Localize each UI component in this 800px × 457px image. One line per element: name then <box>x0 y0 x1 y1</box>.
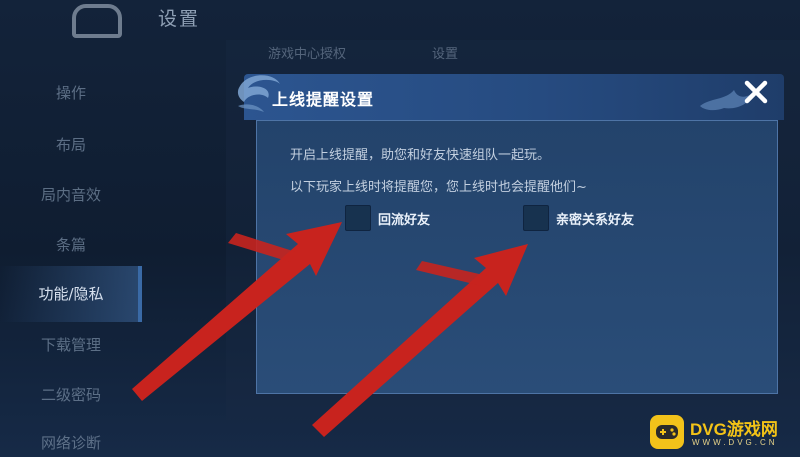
sidebar-item-layout[interactable]: 布局 <box>0 134 142 155</box>
watermark-text: DVG游戏网 <box>690 420 778 439</box>
sidebar-item-sound[interactable]: 局内音效 <box>0 184 142 205</box>
dialog-description-1: 开启上线提醒，助您和好友快速组队一起玩。 <box>290 148 551 163</box>
dialog-title: 上线提醒设置 <box>272 90 375 109</box>
gamepad-icon <box>650 415 684 449</box>
sidebar-item-other[interactable]: 条篇 <box>0 234 142 255</box>
checkbox-returning-friends[interactable] <box>345 205 371 231</box>
settings-row-label: 游戏中心授权 <box>268 47 347 62</box>
sidebar-item-password[interactable]: 二级密码 <box>0 384 142 405</box>
sidebar-item-downloads[interactable]: 下载管理 <box>0 334 142 355</box>
sidebar-item-network[interactable]: 网络诊断 <box>0 432 142 453</box>
settings-sidebar: 操作 布局 局内音效 条篇 功能/隐私 下载管理 二级密码 网络诊断 <box>0 40 142 457</box>
settings-title: 设置 <box>158 8 201 30</box>
online-reminder-dialog: 上线提醒设置 开启上线提醒，助您和好友快速组队一起玩。 以下玩家上线时将提醒您，… <box>237 64 784 394</box>
settings-row-value: 设置 <box>432 47 459 62</box>
option-label: 亲密关系好友 <box>556 213 635 228</box>
watermark-logo: DVG游戏网 WWW.DVG.CN <box>650 411 800 457</box>
back-logo-icon[interactable] <box>72 4 122 38</box>
sidebar-item-controls[interactable]: 操作 <box>0 82 142 103</box>
settings-topbar: 设置 <box>0 0 800 40</box>
checkbox-intimate-friends[interactable] <box>523 205 549 231</box>
option-label: 回流好友 <box>378 213 431 228</box>
option-returning-friends[interactable]: 回流好友 <box>345 205 465 231</box>
close-button[interactable] <box>738 74 774 110</box>
dialog-description-2: 以下玩家上线时将提醒您，您上线时也会提醒他们~ <box>290 180 587 195</box>
close-icon[interactable] <box>738 74 774 110</box>
sidebar-active-indicator <box>138 266 142 322</box>
sidebar-item-privacy[interactable]: 功能/隐私 <box>0 266 142 322</box>
option-intimate-friends[interactable]: 亲密关系好友 <box>523 205 663 231</box>
watermark-subtext: WWW.DVG.CN <box>692 438 778 447</box>
